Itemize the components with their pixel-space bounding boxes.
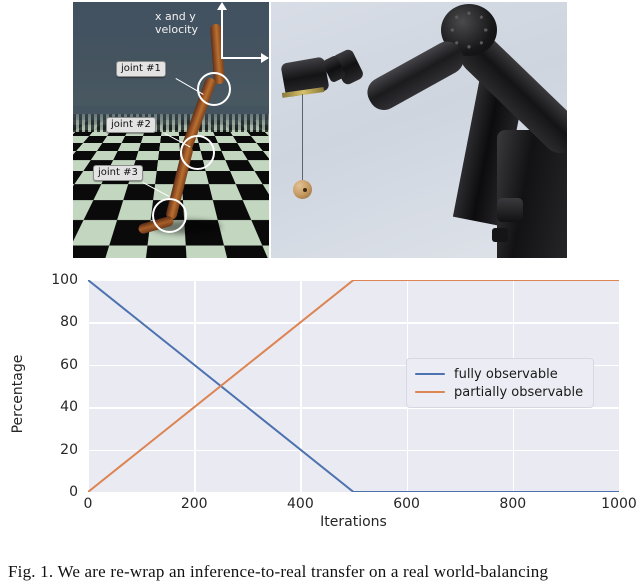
legend-item-fully-observable: fully observable <box>415 365 583 383</box>
legend-label-partially-observable: partially observable <box>454 384 584 400</box>
legend-item-partially-observable: partially observable <box>415 383 583 401</box>
x-tick-label: 0 <box>83 496 93 512</box>
gridline-horizontal <box>88 492 619 494</box>
figure-caption: Fig. 1. We are re-wrap an inference-to-r… <box>8 562 549 581</box>
velocity-annotation-line1: x and y <box>155 10 196 23</box>
robot-base-knob <box>497 198 523 222</box>
y-axis-title: Percentage <box>10 354 26 434</box>
simulation-panel-image: joint #1 joint #2 joint #3 x and y veloc… <box>73 2 269 258</box>
pendulum-ball <box>293 180 312 199</box>
legend-swatch-fully-observable <box>415 373 445 375</box>
velocity-axis-vertical <box>221 7 223 59</box>
velocity-annotation-line2: velocity <box>155 23 198 36</box>
x-tick-label: 600 <box>393 496 420 512</box>
legend-swatch-partially-observable <box>415 391 445 393</box>
joint-3-highlight-circle <box>152 198 187 233</box>
x-tick-label: 200 <box>180 496 208 512</box>
legend-label-fully-observable: fully observable <box>454 366 558 382</box>
robot-forearm <box>362 36 469 116</box>
sim-horizon-haze <box>73 106 269 132</box>
arrow-up-icon <box>217 2 227 10</box>
pendulum-string <box>302 94 303 184</box>
x-tick-label: 1000 <box>601 496 637 512</box>
robot-base-knob-small <box>492 228 508 242</box>
y-tick-label: 0 <box>69 484 78 500</box>
joint-3-label: joint #3 <box>93 165 143 181</box>
results-chart: fully observable partially observable 0 2… <box>0 262 640 530</box>
plot-area: fully observable partially observable <box>88 280 621 494</box>
x-tick-label: 400 <box>287 496 314 512</box>
figure-image-row: joint #1 joint #2 joint #3 x and y veloc… <box>0 0 640 262</box>
gridline-vertical <box>619 280 621 492</box>
x-tick-label: 800 <box>499 496 527 512</box>
chart-legend: fully observable partially observable <box>406 358 595 408</box>
joint-2-highlight-circle <box>180 135 215 170</box>
real-robot-photo <box>271 2 567 258</box>
y-tick-label: 100 <box>51 272 78 288</box>
joint-1-label: joint #1 <box>116 61 166 77</box>
velocity-annotation: x and y velocity <box>155 10 198 36</box>
arrow-right-icon <box>261 53 269 63</box>
joint-1-highlight-circle <box>197 72 231 106</box>
x-axis-title: Iterations <box>320 514 387 530</box>
joint-2-label: joint #2 <box>106 117 156 133</box>
